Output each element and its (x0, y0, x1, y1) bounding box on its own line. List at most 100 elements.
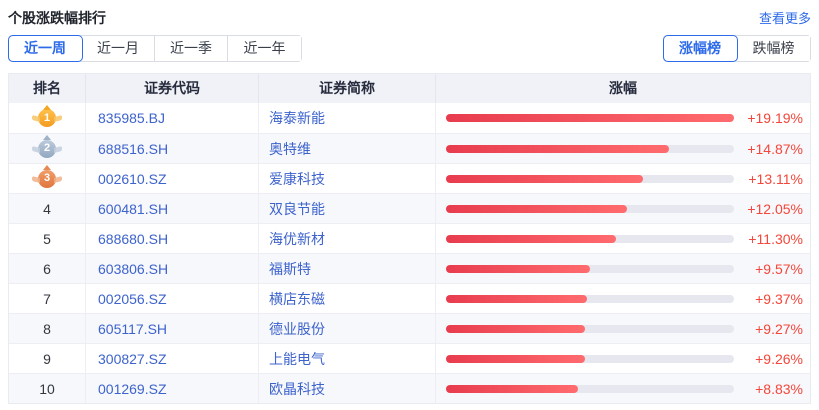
change-value: +9.27% (734, 321, 803, 337)
change-bar-track (446, 175, 734, 183)
change-bar-fill (446, 145, 669, 153)
stock-code-link[interactable]: 600481.SH (86, 194, 259, 223)
stock-code-link[interactable]: 605117.SH (86, 314, 259, 343)
stock-code-link[interactable]: 001269.SZ (86, 374, 259, 403)
change-value: +12.05% (734, 201, 803, 217)
change-value: +19.19% (734, 110, 803, 126)
stock-code-link[interactable]: 688680.SH (86, 224, 259, 253)
change-cell: +12.05% (436, 194, 810, 223)
column-header-code: 证券代码 (86, 74, 259, 103)
board-tab-1[interactable]: 跌幅榜 (737, 36, 810, 61)
stock-code-link[interactable]: 835985.BJ (86, 103, 259, 133)
change-value: +9.37% (734, 291, 803, 307)
rank-cell: 10 (9, 374, 86, 403)
change-value: +8.83% (734, 381, 803, 397)
change-bar-track (446, 325, 734, 333)
view-more-link[interactable]: 查看更多 (759, 8, 811, 27)
change-bar-track (446, 385, 734, 393)
table-row[interactable]: 6603806.SH福斯特 +9.57% (9, 253, 810, 283)
change-value: +9.57% (734, 261, 803, 277)
page-title: 个股涨跌幅排行 (8, 8, 106, 28)
change-cell: +11.30% (436, 224, 810, 253)
change-cell: +13.11% (436, 164, 810, 193)
change-bar-fill (446, 295, 587, 303)
board-tab-group: 涨幅榜跌幅榜 (663, 35, 811, 62)
board-tab-0[interactable]: 涨幅榜 (664, 36, 737, 61)
rank-cell: 3 (9, 164, 86, 193)
rank-cell: 8 (9, 314, 86, 343)
stock-code-link[interactable]: 002610.SZ (86, 164, 259, 193)
change-value: +13.11% (734, 171, 803, 187)
change-value: +14.87% (734, 141, 803, 157)
change-bar-track (446, 145, 734, 153)
widget-header: 个股涨跌幅排行 查看更多 (8, 0, 811, 26)
change-cell: +8.83% (436, 374, 810, 403)
change-bar-fill (446, 175, 643, 183)
change-bar-fill (446, 235, 616, 243)
stock-name-link[interactable]: 横店东磁 (259, 284, 436, 313)
change-value: +11.30% (734, 231, 803, 247)
period-tab-0[interactable]: 近一周 (9, 36, 82, 61)
change-bar-fill (446, 114, 734, 122)
table-row[interactable]: 9300827.SZ上能电气 +9.26% (9, 343, 810, 373)
column-header-rank: 排名 (9, 74, 86, 103)
column-header-name: 证券简称 (259, 74, 436, 103)
stock-code-link[interactable]: 688516.SH (86, 134, 259, 163)
change-bar-fill (446, 385, 578, 393)
change-cell: +9.37% (436, 284, 810, 313)
stock-name-link[interactable]: 爱康科技 (259, 164, 436, 193)
rank-cell: 5 (9, 224, 86, 253)
rank-cell: 4 (9, 194, 86, 223)
change-bar-track (446, 295, 734, 303)
rank-cell: 1 (9, 103, 86, 133)
ranking-table: 排名 证券代码 证券简称 涨幅 1835985.BJ海泰新能+19.19%268… (8, 73, 811, 404)
change-bar-track (446, 205, 734, 213)
table-row[interactable]: 10001269.SZ欧晶科技 +8.83% (9, 373, 810, 403)
change-bar-track (446, 235, 734, 243)
stock-name-link[interactable]: 双良节能 (259, 194, 436, 223)
change-bar-track (446, 265, 734, 273)
change-bar-fill (446, 205, 627, 213)
stock-name-link[interactable]: 德业股份 (259, 314, 436, 343)
rank-cell: 2 (9, 134, 86, 163)
table-row[interactable]: 8605117.SH德业股份 +9.27% (9, 313, 810, 343)
table-row[interactable]: 3 002610.SZ爱康科技 +13.11% (9, 163, 810, 193)
table-row[interactable]: 5688680.SH海优新材 +11.30% (9, 223, 810, 253)
change-bar-fill (446, 325, 585, 333)
change-cell: +9.57% (436, 254, 810, 283)
stock-name-link[interactable]: 奥特维 (259, 134, 436, 163)
medal-silver-icon: 2 (38, 140, 56, 158)
period-tab-3[interactable]: 近一年 (228, 36, 301, 61)
rank-cell: 9 (9, 344, 86, 373)
change-bar-fill (446, 355, 585, 363)
change-bar-fill (446, 265, 590, 273)
column-header-change: 涨幅 (436, 74, 810, 103)
change-cell: +14.87% (436, 134, 810, 163)
stock-ranking-widget: 个股涨跌幅排行 查看更多 近一周近一月近一季近一年 涨幅榜跌幅榜 排名 证券代码… (0, 0, 819, 404)
stock-code-link[interactable]: 603806.SH (86, 254, 259, 283)
rank-cell: 7 (9, 284, 86, 313)
table-header-row: 排名 证券代码 证券简称 涨幅 (9, 74, 810, 103)
table-row[interactable]: 4600481.SH双良节能 +12.05% (9, 193, 810, 223)
change-value: +9.26% (734, 351, 803, 367)
table-row[interactable]: 7002056.SZ横店东磁 +9.37% (9, 283, 810, 313)
table-row[interactable]: 1835985.BJ海泰新能 +19.19% (9, 103, 810, 133)
change-cell: +19.19% (436, 103, 810, 133)
medal-bronze-icon: 3 (38, 170, 56, 188)
stock-code-link[interactable]: 300827.SZ (86, 344, 259, 373)
change-cell: +9.26% (436, 344, 810, 373)
period-tab-2[interactable]: 近一季 (155, 36, 228, 61)
stock-name-link[interactable]: 上能电气 (259, 344, 436, 373)
table-row[interactable]: 2 688516.SH奥特维 +14.87% (9, 133, 810, 163)
stock-code-link[interactable]: 002056.SZ (86, 284, 259, 313)
stock-name-link[interactable]: 欧晶科技 (259, 374, 436, 403)
change-bar-track (446, 355, 734, 363)
rank-cell: 6 (9, 254, 86, 283)
period-tab-1[interactable]: 近一月 (82, 36, 155, 61)
table-body: 1835985.BJ海泰新能 +19.19% 2 688516.SH奥特维 +14.87… (9, 103, 810, 403)
change-cell: +9.27% (436, 314, 810, 343)
period-tab-group: 近一周近一月近一季近一年 (8, 35, 302, 62)
stock-name-link[interactable]: 海优新材 (259, 224, 436, 253)
stock-name-link[interactable]: 海泰新能 (259, 103, 436, 133)
stock-name-link[interactable]: 福斯特 (259, 254, 436, 283)
